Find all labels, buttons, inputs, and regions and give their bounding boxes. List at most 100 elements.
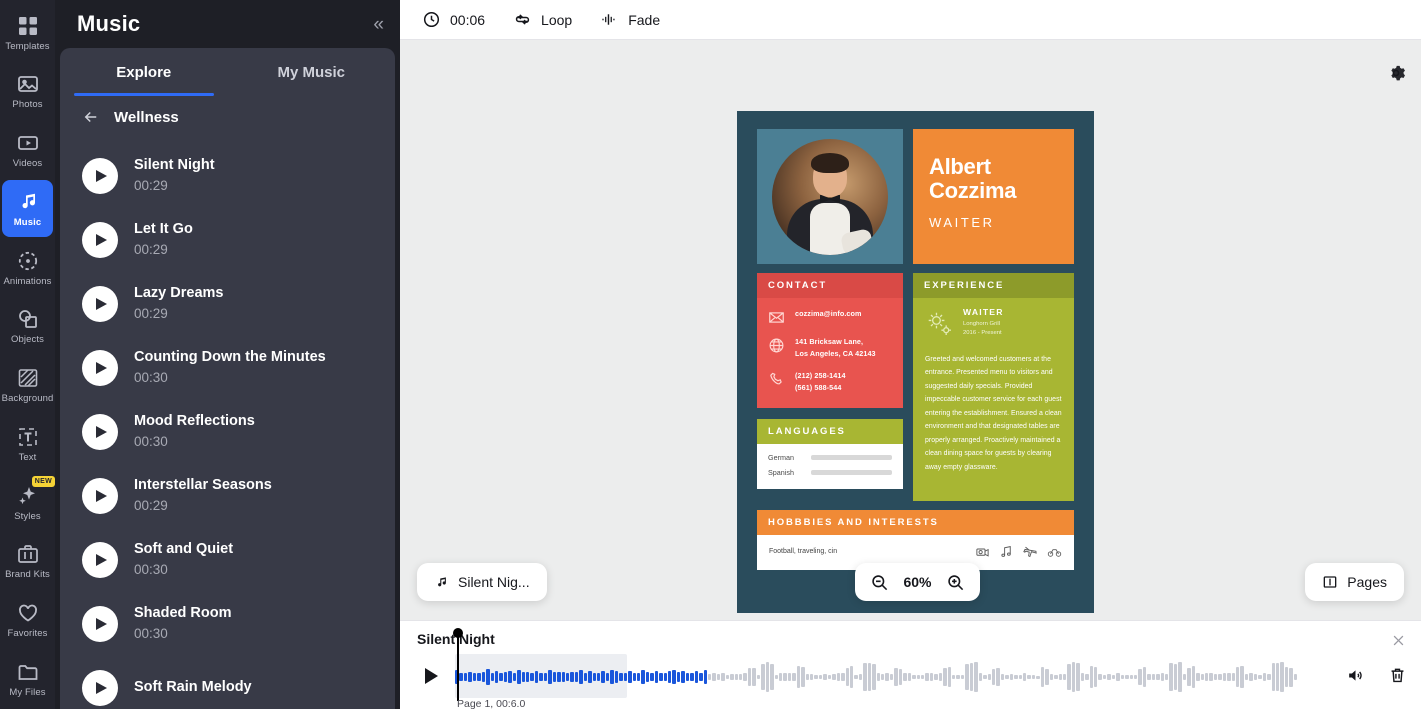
list-item[interactable]: Let It Go 00:29 bbox=[60, 208, 395, 272]
resume-document[interactable]: Albert Cozzima WAITER CONTACT cozzima@in… bbox=[737, 111, 1094, 613]
resume-first-name: Albert bbox=[929, 154, 991, 179]
trash-icon[interactable] bbox=[1388, 666, 1407, 685]
pages-button[interactable]: Pages bbox=[1305, 563, 1404, 601]
language-row: German bbox=[768, 453, 892, 462]
sidebar-item-photos[interactable]: Photos bbox=[2, 63, 53, 120]
selected-music-chip[interactable]: Silent Nig... bbox=[417, 563, 547, 601]
avatar bbox=[772, 138, 888, 255]
sidebar-item-music[interactable]: Music bbox=[2, 180, 53, 237]
list-item[interactable]: Soft Rain Melody bbox=[60, 656, 395, 709]
play-icon[interactable] bbox=[82, 350, 118, 386]
languages-body: German Spanish bbox=[757, 444, 903, 489]
videos-icon bbox=[16, 131, 40, 155]
sidebar-item-text[interactable]: Text bbox=[2, 415, 53, 472]
resume-header: Albert Cozzima WAITER bbox=[757, 129, 1074, 264]
duration-control[interactable]: 00:06 bbox=[422, 10, 485, 29]
airplane-icon bbox=[1023, 544, 1038, 559]
sidebar-item-templates[interactable]: Templates bbox=[2, 4, 53, 61]
play-icon[interactable] bbox=[82, 414, 118, 450]
sidebar-label-styles: Styles bbox=[14, 510, 41, 522]
language-level-bar bbox=[811, 454, 892, 460]
gear-icon[interactable] bbox=[1385, 62, 1407, 84]
myfiles-icon bbox=[16, 660, 40, 684]
sidebar-item-favorites[interactable]: Favorites bbox=[2, 592, 53, 649]
audio-waveform[interactable] bbox=[453, 628, 1299, 701]
hobbies-icon-row bbox=[975, 544, 1062, 559]
track-duration: 00:30 bbox=[134, 433, 168, 449]
track-name: Shaded Room bbox=[134, 605, 232, 622]
background-icon bbox=[16, 366, 40, 390]
play-icon[interactable] bbox=[82, 542, 118, 578]
track-duration: 00:29 bbox=[134, 497, 168, 513]
track-duration: 00:29 bbox=[134, 177, 168, 193]
sidebar-item-myfiles[interactable]: My Files bbox=[2, 650, 53, 707]
brandkits-icon bbox=[16, 542, 40, 566]
list-item[interactable]: Lazy Dreams 00:29 bbox=[60, 272, 395, 336]
loop-button[interactable]: Loop bbox=[513, 10, 572, 29]
canvas-area[interactable]: Albert Cozzima WAITER CONTACT cozzima@in… bbox=[400, 40, 1421, 620]
sidebar-item-styles[interactable]: NEW Styles bbox=[2, 474, 55, 531]
play-icon[interactable] bbox=[82, 158, 118, 194]
play-icon[interactable] bbox=[82, 670, 118, 706]
resume-photo-block bbox=[757, 129, 903, 264]
chevron-double-left-icon[interactable]: « bbox=[373, 15, 384, 34]
arrow-left-icon[interactable] bbox=[82, 108, 100, 126]
close-icon[interactable] bbox=[1391, 633, 1406, 648]
track-duration: 00:30 bbox=[134, 561, 168, 577]
sidebar-label-animations: Animations bbox=[3, 275, 52, 287]
track-duration: 00:30 bbox=[134, 369, 168, 385]
contact-row-address: 141 Bricksaw Lane, Los Angeles, CA 42143 bbox=[768, 336, 892, 360]
loop-icon bbox=[513, 10, 532, 29]
breadcrumb: Wellness bbox=[60, 96, 395, 136]
play-icon[interactable] bbox=[82, 478, 118, 514]
experience-period: 2016 - Present bbox=[963, 329, 1002, 336]
hobbies-text: Football, traveling, cin bbox=[769, 548, 838, 555]
music-icon bbox=[16, 190, 40, 214]
duration-value: 00:06 bbox=[450, 11, 486, 28]
music-note-icon bbox=[434, 575, 449, 590]
sidebar-item-brandkits[interactable]: Brand Kits bbox=[2, 533, 53, 590]
app-root: Templates Photos Videos Music Animations… bbox=[0, 0, 1421, 709]
fade-button[interactable]: Fade bbox=[600, 10, 660, 29]
play-icon[interactable] bbox=[82, 286, 118, 322]
sidebar-label-templates: Templates bbox=[5, 40, 50, 52]
audio-editor-bar: Silent Night Page 1, 00:6.0 bbox=[400, 620, 1421, 709]
music-panel-header: Music « bbox=[55, 0, 400, 48]
main-area: 00:06 Loop Fade Albert Cozzima WAITER CO… bbox=[400, 0, 1421, 709]
languages-heading: LANGUAGES bbox=[757, 418, 903, 444]
track-duration: 00:30 bbox=[134, 625, 168, 641]
play-icon[interactable] bbox=[82, 606, 118, 642]
sidebar-item-animations[interactable]: Animations bbox=[2, 239, 53, 296]
playhead[interactable] bbox=[453, 628, 463, 701]
tab-explore[interactable]: Explore bbox=[60, 48, 228, 96]
track-list: Silent Night 00:29 Let It Go 00:29 Lazy … bbox=[60, 136, 395, 709]
resume-role: WAITER bbox=[929, 214, 995, 230]
track-name: Mood Reflections bbox=[134, 413, 255, 430]
track-name: Silent Night bbox=[134, 157, 215, 174]
contact-email: cozzima@info.com bbox=[795, 309, 862, 318]
zoom-in-icon[interactable] bbox=[946, 573, 965, 592]
list-item[interactable]: Shaded Room 00:30 bbox=[60, 592, 395, 656]
list-item[interactable]: Interstellar Seasons 00:29 bbox=[60, 464, 395, 528]
objects-icon bbox=[16, 307, 40, 331]
contact-section: CONTACT cozzima@info.com 141 Bricksaw La… bbox=[757, 273, 903, 408]
list-item[interactable]: Counting Down the Minutes 00:30 bbox=[60, 336, 395, 400]
zoom-control: 60% bbox=[855, 563, 980, 601]
audio-position-label: Page 1, 00:6.0 bbox=[457, 698, 526, 709]
phone-icon bbox=[768, 371, 785, 388]
volume-icon[interactable] bbox=[1346, 666, 1365, 685]
tab-my-music[interactable]: My Music bbox=[228, 48, 396, 96]
audio-play-button[interactable] bbox=[425, 668, 438, 684]
play-icon[interactable] bbox=[82, 222, 118, 258]
zoom-out-icon[interactable] bbox=[870, 573, 889, 592]
sidebar-item-videos[interactable]: Videos bbox=[2, 122, 53, 179]
track-name: Lazy Dreams bbox=[134, 285, 224, 302]
photos-icon bbox=[16, 72, 40, 96]
list-item[interactable]: Soft and Quiet 00:30 bbox=[60, 528, 395, 592]
languages-section: LANGUAGES German Spanish bbox=[757, 418, 903, 489]
sidebar-item-background[interactable]: Background bbox=[2, 357, 53, 414]
sidebar-label-photos: Photos bbox=[12, 99, 43, 111]
list-item[interactable]: Silent Night 00:29 bbox=[60, 144, 395, 208]
list-item[interactable]: Mood Reflections 00:30 bbox=[60, 400, 395, 464]
sidebar-item-objects[interactable]: Objects bbox=[2, 298, 53, 355]
